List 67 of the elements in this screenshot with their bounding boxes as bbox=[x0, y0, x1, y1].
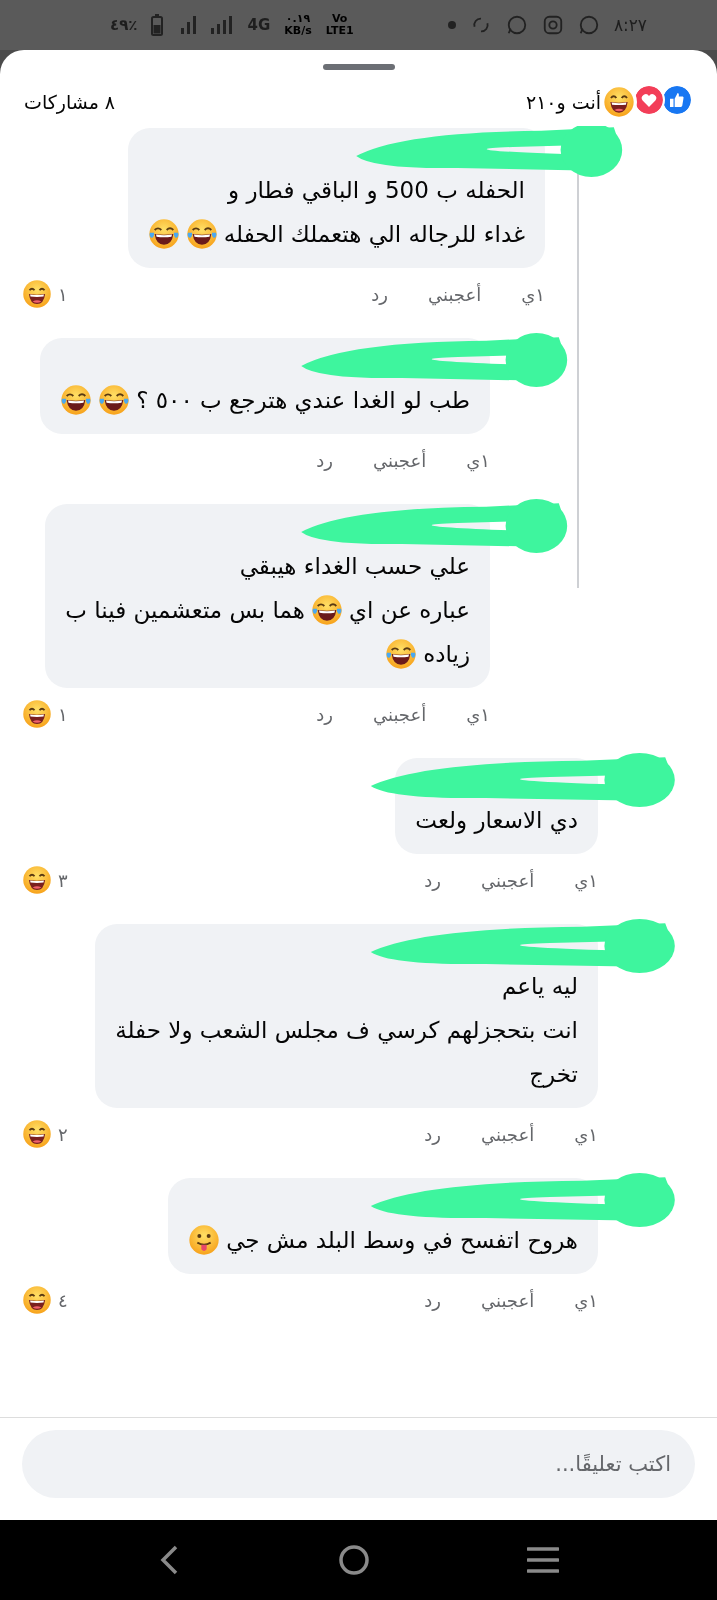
comment-text: غداء للرجاله الي هتعملك الحفله bbox=[223, 220, 525, 250]
network-label: 4G bbox=[247, 16, 271, 34]
like-link[interactable]: أعجبني bbox=[373, 449, 427, 471]
reaction-count: ٢ bbox=[58, 1123, 68, 1145]
reply-link[interactable]: رد bbox=[424, 1289, 441, 1311]
menu-button[interactable] bbox=[526, 1546, 559, 1574]
comment-time: ١ي bbox=[521, 283, 545, 305]
reaction-count: ٤ bbox=[58, 1289, 68, 1311]
volte-label: Vo bbox=[331, 13, 348, 25]
reply-link[interactable]: رد bbox=[371, 283, 388, 305]
comment-time: ١ي bbox=[466, 449, 490, 471]
comment-text: زياده bbox=[423, 640, 470, 670]
comment-text: علي حسب الغداء هيبقي bbox=[239, 552, 470, 582]
reactions-summary[interactable]: أنت و٢١٠ bbox=[525, 91, 601, 113]
thumbs-up-icon bbox=[661, 84, 693, 116]
grinning-emoji-icon bbox=[22, 699, 52, 729]
grinning-emoji-icon bbox=[22, 865, 52, 895]
comment-input[interactable]: اكتب تعليقًا... bbox=[22, 1430, 695, 1498]
like-link[interactable]: أعجبني bbox=[481, 1123, 535, 1145]
comment-text: دي الاسعار ولعت bbox=[415, 806, 578, 836]
home-button[interactable] bbox=[338, 1544, 371, 1576]
reaction-count: ١ bbox=[58, 703, 68, 725]
comment-text: انت بتحجزلهم كرسي ف مجلس الشعب ولا حفلة bbox=[115, 1016, 578, 1046]
signal-icon bbox=[211, 16, 234, 34]
comment-text: عباره عن اي bbox=[348, 596, 470, 626]
like-link[interactable]: أعجبني bbox=[428, 283, 482, 305]
reaction-count: ١ bbox=[58, 283, 68, 305]
clock-time: ٨:٢٧ bbox=[613, 15, 647, 35]
laughing-emoji-icon bbox=[310, 594, 343, 626]
battery-icon bbox=[151, 14, 164, 36]
comment-time: ١ي bbox=[574, 1123, 598, 1145]
comment-time: ١ي bbox=[574, 1289, 598, 1311]
like-link[interactable]: أعجبني bbox=[481, 869, 535, 891]
battery-percent: ٪٤٩ bbox=[110, 16, 138, 34]
grinning-emoji-icon bbox=[22, 1285, 52, 1315]
reply-link[interactable]: رد bbox=[424, 1123, 441, 1145]
comment-text: هروح اتفسح في وسط البلد مش جي bbox=[226, 1226, 578, 1256]
comment-text: تخرج bbox=[529, 1060, 578, 1090]
laughing-emoji-icon bbox=[185, 218, 218, 250]
comment-time: ١ي bbox=[466, 703, 490, 725]
comment-text: ليه ياعم bbox=[501, 972, 578, 1002]
laughing-emoji-icon bbox=[385, 638, 418, 670]
grinning-emoji-icon bbox=[22, 1119, 52, 1149]
grinning-emoji-icon bbox=[22, 279, 52, 309]
comment-text: طب لو الغدا عندي هترجع ب ٥٠٠ ؟ bbox=[136, 386, 470, 416]
reply-link[interactable]: رد bbox=[316, 449, 333, 471]
laughing-emoji-icon bbox=[147, 218, 180, 250]
like-link[interactable]: أعجبني bbox=[373, 703, 427, 725]
volte-label: LTE1 bbox=[325, 25, 354, 37]
speed-unit: KB/s bbox=[284, 25, 312, 37]
dot-icon bbox=[447, 21, 456, 29]
reply-link[interactable]: رد bbox=[316, 703, 333, 725]
reply-link[interactable]: رد bbox=[424, 869, 441, 891]
speed-value: ٠.١٩ bbox=[285, 13, 311, 25]
shares-count[interactable]: ٨ مشاركات bbox=[24, 91, 116, 113]
comment-text: الحفله ب 500 و الباقي فطار و bbox=[228, 176, 525, 206]
laughing-emoji-icon bbox=[98, 384, 131, 416]
reaction-count: ٣ bbox=[58, 869, 68, 891]
grinning-emoji-icon bbox=[601, 84, 637, 120]
heart-icon bbox=[633, 84, 665, 116]
camera-icon bbox=[541, 14, 564, 36]
drag-handle[interactable] bbox=[322, 64, 395, 70]
laughing-emoji-icon bbox=[60, 384, 93, 416]
like-link[interactable]: أعجبني bbox=[481, 1289, 535, 1311]
tongue-emoji-icon bbox=[188, 1224, 221, 1256]
comment-time: ١ي bbox=[574, 869, 598, 891]
comment-text: هما بس متعشمين فينا ب bbox=[65, 596, 305, 626]
